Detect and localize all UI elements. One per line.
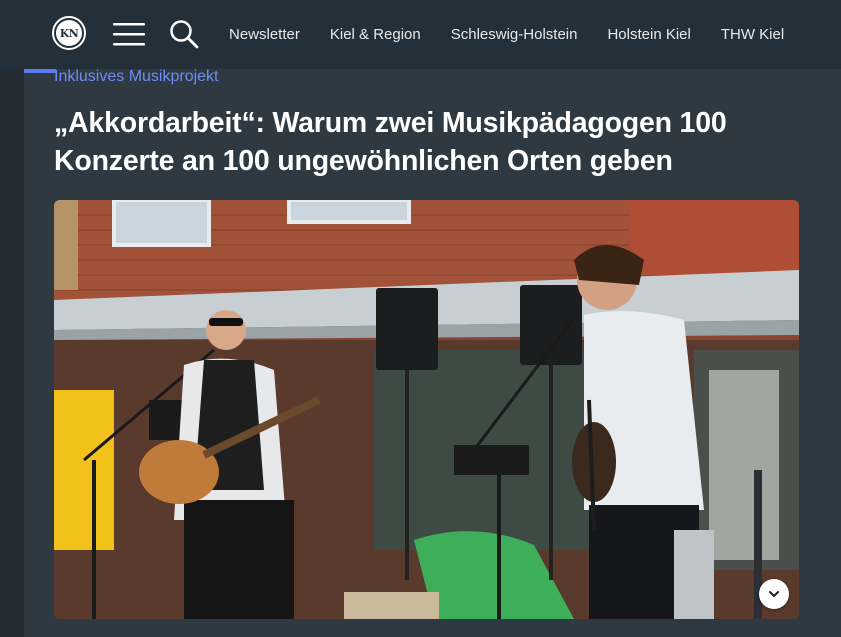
hamburger-menu-icon[interactable] — [113, 22, 145, 46]
search-icon[interactable] — [169, 19, 199, 49]
nav-item-newsletter[interactable]: Newsletter — [229, 26, 300, 43]
section-accent-bar — [24, 69, 56, 73]
article-headline: „Akkordarbeit“: Warum zwei Musikpädagoge… — [54, 107, 727, 177]
main-navigation: Newsletter Kiel & Region Schleswig-Holst… — [229, 0, 814, 69]
chevron-down-icon — [769, 591, 779, 597]
nav-item-kiel-region[interactable]: Kiel & Region — [330, 26, 421, 43]
article-kicker[interactable]: Inklusives Musikprojekt — [54, 68, 219, 86]
nav-item-holstein-kiel[interactable]: Holstein Kiel — [607, 26, 690, 43]
concert-photo — [54, 200, 799, 619]
page-gutter — [0, 69, 24, 637]
scroll-down-button[interactable] — [759, 579, 789, 609]
nav-item-thw-kiel[interactable]: THW Kiel — [721, 26, 784, 43]
article-hero-image[interactable] — [54, 200, 799, 619]
nav-item-schleswig-holstein[interactable]: Schleswig-Holstein — [451, 26, 578, 43]
site-header: KN Newsletter Kiel & Region Schleswig-Ho… — [0, 0, 841, 69]
logo-text: KN — [56, 20, 82, 46]
kn-logo[interactable]: KN — [52, 16, 86, 50]
